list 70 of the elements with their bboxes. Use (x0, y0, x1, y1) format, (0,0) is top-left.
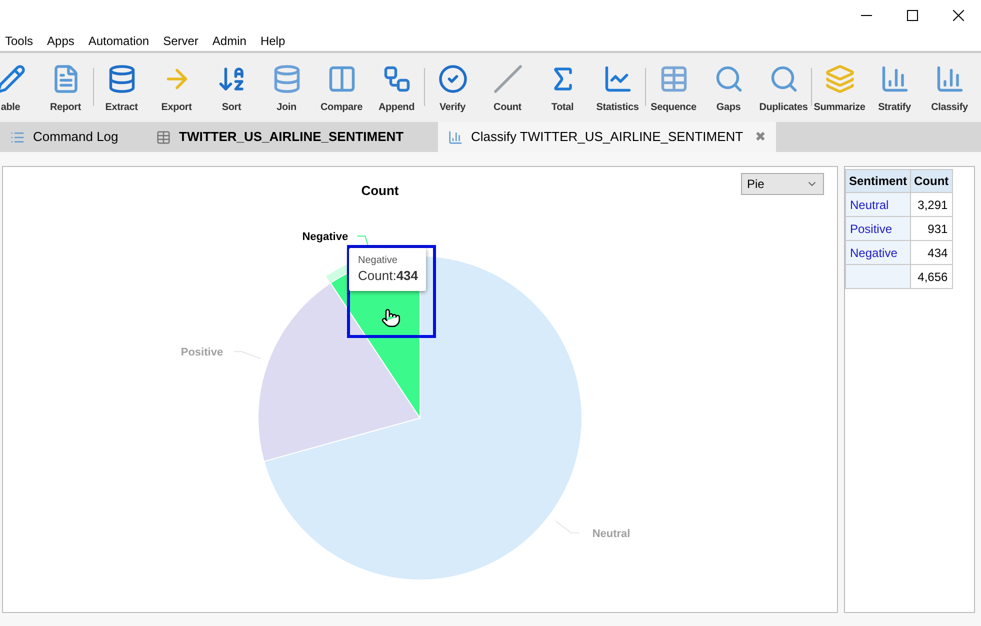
tab[interactable]: Classify TWITTER_US_AIRLINE_SENTIMENT ✖ (438, 122, 776, 152)
leader-line (233, 351, 262, 360)
toolbar-button[interactable]: Join (259, 64, 314, 115)
maximize-icon (906, 10, 918, 20)
chart-type-select[interactable]: Pie (741, 173, 824, 195)
bar-chart-icon (934, 64, 964, 94)
magnifier-icon (768, 64, 798, 94)
menu-item[interactable]: Apps (47, 32, 74, 50)
tab[interactable]: Command Log (0, 122, 146, 152)
layers-icon (824, 64, 854, 94)
database-icon (106, 64, 136, 94)
table-cell[interactable]: Negative (846, 240, 911, 264)
toolbar-button[interactable]: Sort (204, 64, 259, 115)
menu-item[interactable]: Server (163, 32, 198, 50)
table-icon (156, 130, 171, 144)
hand-cursor-icon (381, 308, 401, 328)
menu-item[interactable]: Help (260, 32, 286, 50)
check-icon (438, 64, 468, 94)
column-header[interactable]: Count (910, 170, 952, 192)
tab-label: TWITTER_US_AIRLINE_SENTIMENT (179, 128, 404, 146)
toolbar-button[interactable]: Verify (425, 64, 480, 115)
toolbar-button[interactable]: Total (535, 64, 590, 115)
tooltip-title: Negative (358, 255, 398, 268)
bar-chart-icon (448, 130, 463, 144)
menu-item[interactable]: Automation (88, 32, 150, 50)
tab-label: Command Log (33, 128, 118, 146)
menu-item[interactable]: Admin (212, 32, 246, 50)
toolbar-button[interactable]: Gaps (701, 64, 756, 115)
flow-icon (382, 64, 412, 94)
database-icon (272, 64, 302, 94)
tab-label: Classify TWITTER_US_AIRLINE_SENTIMENT (471, 128, 744, 146)
toolbar-button[interactable]: Classify (922, 64, 977, 115)
toolbar-button[interactable]: able (0, 64, 38, 115)
tab[interactable]: TWITTER_US_AIRLINE_SENTIMENT (146, 122, 438, 152)
table-cell[interactable] (846, 264, 911, 288)
toolbar-button[interactable]: Sequence (646, 64, 701, 115)
list-icon (10, 130, 25, 144)
toolbar-button[interactable]: Stratify (867, 64, 922, 115)
close-icon (952, 10, 964, 20)
table-cell: 4,656 (910, 264, 952, 288)
minimize-icon (860, 14, 872, 16)
toolbar-button[interactable]: Extract (94, 64, 149, 115)
chart-title: Count (361, 183, 399, 198)
table-cell[interactable]: Positive (846, 216, 911, 240)
toolbar-button[interactable]: Count (480, 64, 535, 115)
line-chart-icon (602, 64, 632, 94)
table-icon (658, 64, 688, 94)
leader-line (554, 520, 580, 534)
pencil-icon (0, 64, 26, 94)
column-header[interactable]: Sentiment (846, 170, 911, 192)
table-cell: 434 (910, 240, 952, 264)
columns-icon (326, 64, 356, 94)
toolbar-button[interactable]: Duplicates (756, 64, 811, 115)
slash-icon (492, 64, 522, 94)
slice-label: Positive (180, 346, 224, 359)
toolbar-button[interactable]: Summarize (812, 64, 867, 115)
toolbar-button[interactable]: Compare (314, 64, 369, 115)
table-cell: 931 (910, 216, 952, 240)
toolbar-button[interactable]: Statistics (590, 64, 645, 115)
magnifier-icon (714, 64, 744, 94)
toolbar-button[interactable]: Report (38, 64, 93, 115)
table-cell: 3,291 (910, 192, 952, 216)
table-cell[interactable]: Neutral (846, 192, 911, 216)
toolbar-button[interactable]: Export (149, 64, 204, 115)
toolbar-button[interactable]: Append (369, 64, 424, 115)
bar-chart-icon (880, 64, 910, 94)
tooltip-value: Count:434 (358, 268, 417, 284)
slice-label: Negative (302, 231, 348, 244)
menu-item[interactable]: Tools (5, 32, 34, 50)
slice-label: Neutral (592, 528, 630, 540)
